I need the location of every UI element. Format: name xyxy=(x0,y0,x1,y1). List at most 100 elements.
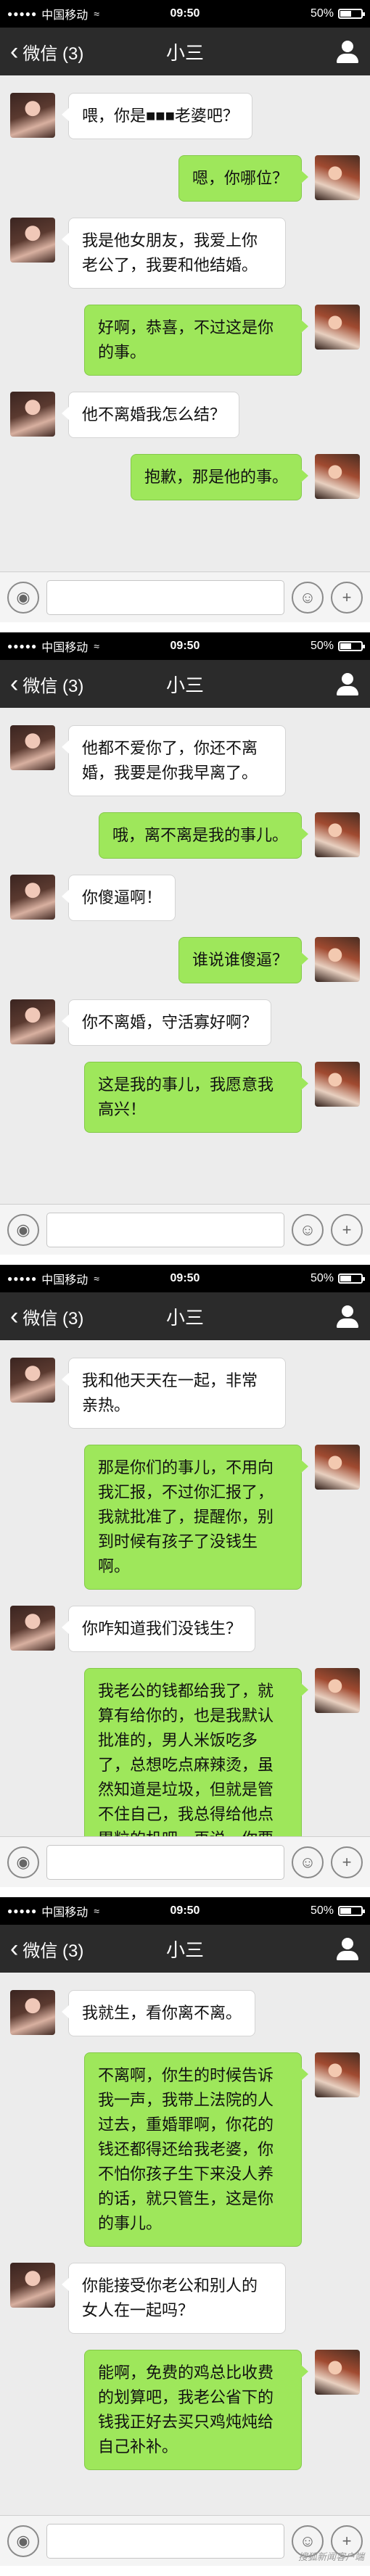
back-button[interactable]: ‹ 微信 (3) xyxy=(10,1304,83,1329)
self-avatar[interactable] xyxy=(315,454,360,499)
message-row: 他都不爱你了，你还不离婚，我要是你我早离了。 xyxy=(10,725,360,796)
input-bar: ◉ ☺ + xyxy=(0,571,370,622)
sender-avatar[interactable] xyxy=(10,218,55,263)
back-button[interactable]: ‹ 微信 (3) xyxy=(10,1936,83,1962)
voice-icon[interactable]: ◉ xyxy=(7,1846,39,1878)
message-input[interactable] xyxy=(46,2523,284,2559)
contact-profile-icon[interactable] xyxy=(335,1304,360,1329)
contact-profile-icon[interactable] xyxy=(335,39,360,64)
self-avatar[interactable] xyxy=(315,155,360,200)
plus-icon[interactable]: + xyxy=(331,1213,363,1246)
carrier-label: 中国移动 xyxy=(41,642,89,654)
status-right: 50% xyxy=(310,1272,365,1285)
message-row: 不离啊，你生的时候告诉我一声，我带上法院的人过去，重婚罪啊，你花的钱还都得还给我… xyxy=(10,2052,360,2247)
received-message-bubble[interactable]: 你能接受你老公和别人的女人在一起吗？ xyxy=(62,2263,286,2334)
message-row: 谁说谁傻逼？ xyxy=(10,937,360,983)
sender-avatar[interactable] xyxy=(10,2263,55,2308)
sender-avatar[interactable] xyxy=(10,1358,55,1403)
emoji-icon[interactable]: ☺ xyxy=(292,1213,324,1246)
emoji-icon[interactable]: ☺ xyxy=(292,1846,324,1878)
plus-icon[interactable]: + xyxy=(331,1846,363,1878)
message-list[interactable]: 我就生，看你离不离。不离啊，你生的时候告诉我一声，我带上法院的人过去，重婚罪啊，… xyxy=(0,1973,370,2470)
emoji-icon[interactable]: ☺ xyxy=(292,581,324,614)
self-avatar[interactable] xyxy=(315,812,360,857)
sender-avatar[interactable] xyxy=(10,725,55,770)
chat-panel: ●●●●● 中国移动 ≈09:50 50% ‹ 微信 (3) 小三 我就生，看你离不离。 不离啊… xyxy=(0,1897,370,2576)
self-avatar[interactable] xyxy=(315,1668,360,1713)
self-avatar[interactable] xyxy=(315,937,360,982)
message-input[interactable] xyxy=(46,1212,284,1247)
received-message-bubble[interactable]: 你咋知道我们没钱生？ xyxy=(61,1606,256,1652)
carrier-label: 中国移动 xyxy=(41,1274,89,1287)
battery-percent: 50% xyxy=(310,7,334,20)
chat-panel: ●●●●● 中国移动 ≈09:50 50% ‹ 微信 (3) 小三 我和他天天在一起，非常亲热… xyxy=(0,1265,370,1897)
plus-icon[interactable]: + xyxy=(331,581,363,614)
message-input[interactable] xyxy=(46,1844,284,1880)
battery-percent: 50% xyxy=(310,1272,334,1284)
back-button[interactable]: ‹ 微信 (3) xyxy=(10,39,83,65)
status-bar: ●●●●● 中国移动 ≈09:50 50% xyxy=(0,1265,370,1292)
voice-icon[interactable]: ◉ xyxy=(7,2525,39,2557)
input-bar: ◉ ☺ + xyxy=(0,1836,370,1887)
message-list[interactable]: 喂，你是■■■老婆吧？ 嗯，你哪位？ 我是他女朋友，我爱上你老公了，我要和他结婚。好… xyxy=(0,75,370,500)
message-input[interactable] xyxy=(46,579,284,615)
wifi-icon: ≈ xyxy=(94,1273,99,1284)
sent-message-bubble[interactable]: 谁说谁傻逼？ xyxy=(178,937,309,983)
sender-avatar[interactable] xyxy=(10,1606,55,1651)
sent-message-bubble[interactable]: 好啊，恭喜，不过这是你的事。 xyxy=(84,305,308,376)
received-message-bubble[interactable]: 我就生，看你离不离。 xyxy=(61,1990,256,2036)
screenshot-collage: ●●●●● 中国移动 ≈09:50 50% ‹ 微信 (3) 小三 喂，你是■■■老婆吧？ 嗯，… xyxy=(0,0,370,2576)
sender-avatar[interactable] xyxy=(10,1990,55,2035)
received-message-bubble[interactable]: 他都不爱你了，你还不离婚，我要是你我早离了。 xyxy=(62,725,286,796)
received-message-bubble[interactable]: 你不离婚，守活寡好啊？ xyxy=(61,999,272,1046)
received-message-bubble[interactable]: 他不离婚我怎么结？ xyxy=(61,392,240,438)
self-avatar[interactable] xyxy=(315,2052,360,2097)
contact-profile-icon[interactable] xyxy=(335,672,360,696)
sent-message-bubble[interactable]: 哦，离不离是我的事儿。 xyxy=(98,812,309,859)
sent-message-bubble[interactable]: 能啊，免费的鸡总比收费的划算吧，我老公省下的钱我正好去买只鸡炖炖给自己补补。 xyxy=(84,2350,308,2470)
sender-avatar[interactable] xyxy=(10,875,55,920)
sender-avatar[interactable] xyxy=(10,93,55,138)
sender-avatar[interactable] xyxy=(10,392,55,437)
received-message-bubble[interactable]: 喂，你是■■■老婆吧？ xyxy=(62,93,252,139)
sent-message-bubble[interactable]: 这是我的事儿，我愿意我高兴！ xyxy=(84,1062,308,1133)
received-message-bubble[interactable]: 我和他天天在一起，非常亲热。 xyxy=(62,1358,286,1429)
back-label: 微信 (3) xyxy=(22,1308,84,1329)
message-row: 你不离婚，守活寡好啊？ xyxy=(10,999,360,1046)
message-list[interactable]: 他都不爱你了，你还不离婚，我要是你我早离了。哦，离不离是我的事儿。你傻逼啊！ 谁说… xyxy=(0,708,370,1133)
self-avatar[interactable] xyxy=(315,1062,360,1107)
status-bar: ●●●●● 中国移动 ≈09:50 50% xyxy=(0,632,370,660)
chat-panel: ●●●●● 中国移动 ≈09:50 50% ‹ 微信 (3) 小三 他都不爱你了，你还不离婚，… xyxy=(0,632,370,1265)
voice-icon[interactable]: ◉ xyxy=(7,581,39,614)
message-row: 喂，你是■■■老婆吧？ xyxy=(10,93,360,139)
sent-message-bubble[interactable]: 不离啊，你生的时候告诉我一声，我带上法院的人过去，重婚罪啊，你花的钱还都得还给我… xyxy=(84,2052,308,2247)
back-label: 微信 (3) xyxy=(22,676,84,696)
nav-bar: ‹ 微信 (3) 小三 xyxy=(0,660,370,708)
message-list[interactable]: 我和他天天在一起，非常亲热。那是你们的事儿，不用向我汇报，不过你汇报了，我就批准… xyxy=(0,1340,370,1887)
battery-percent: 50% xyxy=(310,640,334,652)
self-avatar[interactable] xyxy=(315,305,360,350)
battery-icon xyxy=(338,1906,365,1916)
signal-icon: ●●●●● xyxy=(7,641,38,651)
message-row: 这是我的事儿，我愿意我高兴！ xyxy=(10,1062,360,1133)
self-avatar[interactable] xyxy=(315,2350,360,2395)
message-row: 我和他天天在一起，非常亲热。 xyxy=(10,1358,360,1429)
message-row: 你傻逼啊！ xyxy=(10,875,360,921)
back-label: 微信 (3) xyxy=(22,1941,84,1961)
self-avatar[interactable] xyxy=(315,1445,360,1490)
battery-icon xyxy=(338,9,365,19)
back-button[interactable]: ‹ 微信 (3) xyxy=(10,672,83,697)
sent-message-bubble[interactable]: 抱歉，那是他的事。 xyxy=(130,454,309,500)
battery-percent: 50% xyxy=(310,1904,334,1917)
signal-icon: ●●●●● xyxy=(7,1906,38,1916)
back-label: 微信 (3) xyxy=(22,44,84,64)
received-message-bubble[interactable]: 你傻逼啊！ xyxy=(61,875,176,921)
message-row: 能啊，免费的鸡总比收费的划算吧，我老公省下的钱我正好去买只鸡炖炖给自己补补。 xyxy=(10,2350,360,2470)
sent-message-bubble[interactable]: 嗯，你哪位？ xyxy=(178,155,309,202)
sender-avatar[interactable] xyxy=(10,999,55,1044)
message-row: 好啊，恭喜，不过这是你的事。 xyxy=(10,305,360,376)
contact-profile-icon[interactable] xyxy=(335,1936,360,1961)
sent-message-bubble[interactable]: 那是你们的事儿，不用向我汇报，不过你汇报了，我就批准了，提醒你，别到时候有孩子了… xyxy=(84,1445,308,1590)
received-message-bubble[interactable]: 我是他女朋友，我爱上你老公了，我要和他结婚。 xyxy=(62,218,286,289)
voice-icon[interactable]: ◉ xyxy=(7,1213,39,1246)
